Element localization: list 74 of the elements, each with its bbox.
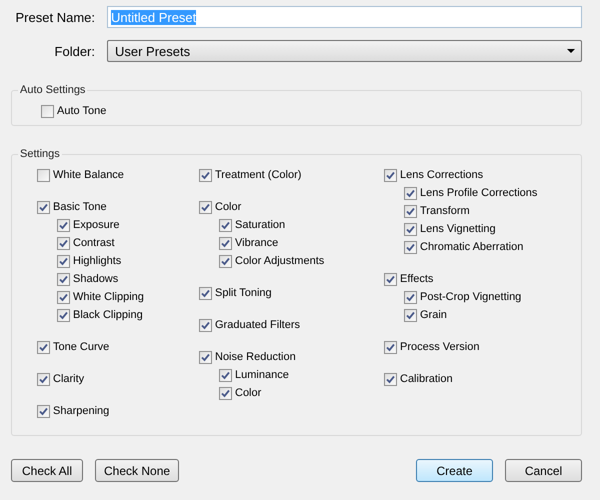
checkbox-label[interactable]: Chromatic Aberration [420, 241, 524, 253]
checkbox[interactable] [404, 290, 417, 304]
checkbox[interactable] [384, 272, 397, 286]
checkbox-label[interactable]: Tone Curve [53, 341, 110, 353]
checkbox-label[interactable]: Post-Crop Vignetting [420, 291, 522, 303]
checkbox[interactable] [57, 290, 70, 304]
checkbox[interactable] [199, 350, 212, 364]
checkbox[interactable] [37, 372, 50, 386]
field-label: Preset Name: [14, 10, 95, 24]
checkbox[interactable] [199, 286, 212, 300]
checkbox-label[interactable]: Exposure [73, 219, 120, 231]
checkbox-label[interactable]: Auto Tone [57, 105, 106, 117]
checkbox-label[interactable]: Sharpening [53, 405, 110, 417]
checkbox[interactable] [219, 236, 232, 250]
checkbox[interactable] [219, 386, 232, 400]
dialog-button[interactable]: Cancel [505, 459, 582, 482]
checkbox[interactable] [57, 218, 70, 232]
checkbox[interactable] [219, 368, 232, 382]
checkbox-label[interactable]: Noise Reduction [215, 351, 296, 363]
checkbox-label[interactable]: Highlights [73, 255, 122, 267]
checkbox-label[interactable]: Process Version [400, 341, 480, 353]
checkbox[interactable] [384, 168, 397, 182]
checkbox-label[interactable]: Graduated Filters [215, 319, 300, 331]
group-title: Settings [19, 148, 61, 160]
checkbox-label[interactable]: Saturation [235, 219, 286, 231]
checkbox-label[interactable]: Lens Corrections [400, 169, 484, 181]
checkbox[interactable] [57, 236, 70, 250]
checkbox[interactable] [404, 222, 417, 236]
dialog-button[interactable]: Check None [95, 459, 180, 482]
checkbox[interactable] [57, 308, 70, 322]
checkbox[interactable] [384, 372, 397, 386]
checkbox-label[interactable]: Lens Profile Corrections [420, 187, 538, 199]
checkbox-label[interactable]: Grain [420, 309, 447, 321]
checkbox-label[interactable]: Shadows [73, 273, 118, 285]
checkbox[interactable] [199, 200, 212, 214]
checkbox-label[interactable]: White Clipping [73, 291, 144, 303]
dialog-button[interactable]: Check All [11, 459, 83, 482]
group-title: Auto Settings [19, 84, 86, 96]
checkbox[interactable] [404, 240, 417, 254]
checkbox-label[interactable]: White Balance [53, 169, 124, 181]
dialog-button[interactable]: Create [416, 459, 493, 482]
checkbox[interactable] [219, 218, 232, 232]
checkbox-label[interactable]: Color [215, 201, 242, 213]
checkbox-label[interactable]: Black Clipping [73, 309, 143, 321]
checkbox-label[interactable]: Color [235, 387, 262, 399]
checkbox[interactable] [219, 254, 232, 268]
checkbox[interactable] [37, 340, 50, 354]
checkbox-label[interactable]: Lens Vignetting [420, 223, 496, 235]
checkbox-label[interactable]: Basic Tone [53, 201, 107, 213]
checkbox-label[interactable]: Split Toning [215, 287, 272, 299]
checkbox[interactable] [37, 200, 50, 214]
checkbox[interactable] [57, 272, 70, 286]
caret-icon [567, 49, 575, 53]
checkbox-label[interactable]: Effects [400, 273, 434, 285]
checkbox[interactable] [384, 340, 397, 354]
checkbox-label[interactable]: Contrast [73, 237, 115, 249]
checkbox[interactable] [37, 168, 50, 182]
checkbox[interactable] [37, 404, 50, 418]
checkbox-label[interactable]: Clarity [53, 373, 84, 385]
checkbox-label[interactable]: Treatment (Color) [215, 169, 302, 181]
checkbox-label[interactable]: Vibrance [235, 237, 278, 249]
checkbox[interactable] [199, 168, 212, 182]
checkbox[interactable] [404, 308, 417, 322]
checkbox[interactable] [404, 186, 417, 200]
checkbox-label[interactable]: Calibration [400, 373, 453, 385]
field-label: Folder: [54, 44, 95, 58]
checkbox[interactable] [57, 254, 70, 268]
checkbox[interactable] [404, 204, 417, 218]
checkbox[interactable] [41, 104, 54, 118]
checkbox-label[interactable]: Luminance [235, 369, 289, 381]
checkbox-label[interactable]: Color Adjustments [235, 255, 324, 267]
folder-dropdown[interactable]: User Presets [107, 40, 582, 62]
checkbox-label[interactable]: Transform [420, 205, 470, 217]
checkbox[interactable] [199, 318, 212, 332]
